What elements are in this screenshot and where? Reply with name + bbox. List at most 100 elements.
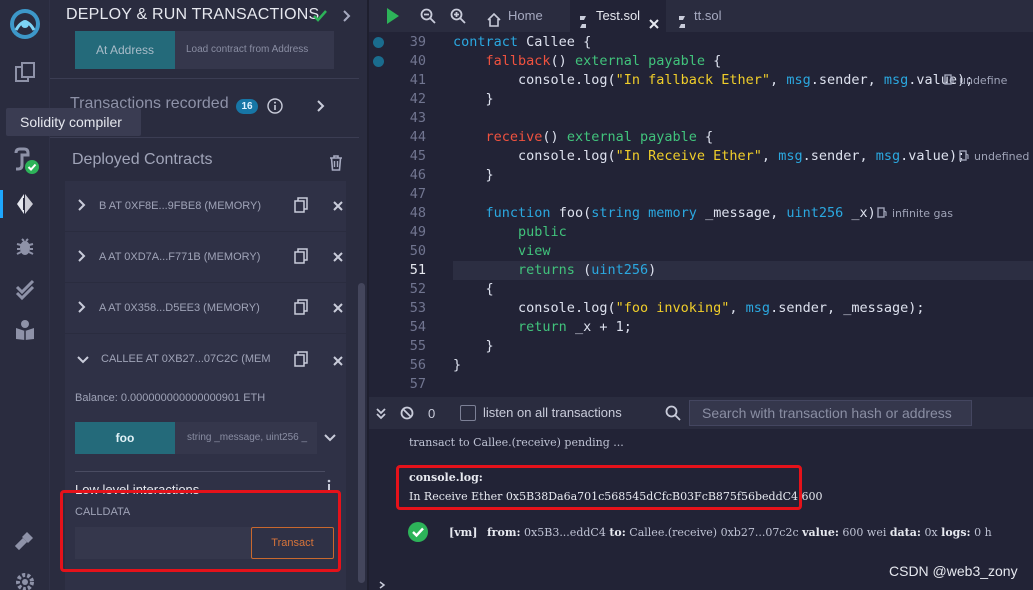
- gas-estimate-label: infinite gas: [892, 207, 954, 220]
- line-number: 45: [409, 148, 426, 164]
- editor-tabs: Home Test.sol tt.sol: [369, 0, 1033, 32]
- line-number: 53: [409, 300, 426, 316]
- line-number: 54: [409, 319, 426, 335]
- code-line[interactable]: 50 view: [369, 242, 1033, 261]
- remix-logo-icon[interactable]: [0, 2, 50, 46]
- trash-icon[interactable]: [329, 155, 343, 176]
- copy-icon[interactable]: [294, 299, 308, 320]
- tab-test-sol[interactable]: Test.sol: [570, 0, 666, 32]
- chevron-down-icon[interactable]: [323, 431, 337, 449]
- contract-label: A AT 0X358...D5EE3 (MEMORY): [99, 302, 260, 314]
- line-number: 47: [409, 186, 426, 202]
- line-number: 40: [409, 53, 426, 69]
- transactions-count-badge: 16: [236, 99, 258, 114]
- tab-tt-sol[interactable]: tt.sol: [669, 0, 749, 32]
- code-line[interactable]: 43: [369, 109, 1033, 128]
- panel-scrollbar[interactable]: [358, 283, 365, 583]
- load-contract-input[interactable]: Load contract from Address: [175, 31, 334, 69]
- transaction-summary[interactable]: [vm] from: 0x5B3...eddC4 to: Callee.(rec…: [449, 526, 992, 539]
- clear-console-icon[interactable]: [400, 406, 414, 425]
- code-line[interactable]: 42 }: [369, 90, 1033, 109]
- highlight-box: [396, 465, 802, 510]
- chevron-right-icon[interactable]: [76, 249, 88, 268]
- testing-icon[interactable]: [0, 270, 50, 310]
- deployed-contract-card[interactable]: A AT 0XD7A...F771B (MEMORY): [65, 232, 346, 282]
- code-line[interactable]: 45 console.log("In Receive Ether", msg.s…: [369, 147, 1033, 166]
- code-text: console.log("foo invoking", msg.sender, …: [518, 300, 925, 316]
- divider: [50, 137, 359, 138]
- file-explorer-icon[interactable]: [0, 52, 50, 92]
- code-line[interactable]: 52 {: [369, 280, 1033, 299]
- copy-icon[interactable]: [294, 248, 308, 269]
- chevron-right-icon[interactable]: [340, 8, 354, 29]
- chevron-double-down-icon[interactable]: [375, 407, 387, 425]
- code-editor[interactable]: 39 contract Callee { 40 fallback() externa…: [369, 32, 1033, 394]
- listen-checkbox[interactable]: [460, 405, 476, 421]
- deploy-run-panel: DEPLOY & RUN TRANSACTIONS At Address Loa…: [50, 0, 369, 590]
- code-line[interactable]: 47: [369, 185, 1033, 204]
- tab-home[interactable]: Home: [478, 0, 566, 32]
- close-icon[interactable]: [332, 301, 344, 319]
- gas-estimate: undefine: [944, 71, 1007, 90]
- code-line[interactable]: 46 }: [369, 166, 1033, 185]
- copy-icon[interactable]: [294, 351, 308, 372]
- tx-vm: [vm]: [449, 526, 478, 539]
- code-line[interactable]: 48 function foo(string memory _message, …: [369, 204, 1033, 223]
- code-text: receive() external payable {: [485, 129, 714, 145]
- remix-ide-window: DEPLOY & RUN TRANSACTIONS At Address Loa…: [0, 0, 1033, 590]
- foo-function-button[interactable]: foo: [75, 422, 175, 454]
- code-line[interactable]: 44 receive() external payable {: [369, 128, 1033, 147]
- copy-icon[interactable]: [294, 197, 308, 218]
- listen-label: listen on all transactions: [483, 405, 622, 420]
- code-line[interactable]: 41 console.log("In fallback Ether", msg.…: [369, 71, 1033, 90]
- tab-label: tt.sol: [694, 8, 722, 23]
- chevron-down-icon[interactable]: [76, 353, 90, 371]
- code-line[interactable]: 57: [369, 375, 1033, 394]
- chevron-right-icon[interactable]: [377, 580, 387, 590]
- close-icon[interactable]: [332, 199, 344, 217]
- code-line[interactable]: 40 fallback() external payable {: [369, 52, 1033, 71]
- info-icon[interactable]: [267, 98, 283, 119]
- code-line[interactable]: 53 console.log("foo invoking", msg.sende…: [369, 299, 1033, 318]
- deploy-run-icon[interactable]: [0, 184, 50, 224]
- tx-from-value: 0x5B3...eddC4: [524, 526, 606, 539]
- zoom-out-icon[interactable]: [420, 8, 436, 29]
- line-number: 49: [409, 224, 426, 240]
- tx-to-key: to:: [609, 526, 626, 539]
- chevron-right-icon[interactable]: [76, 300, 88, 319]
- learneth-icon[interactable]: [0, 310, 50, 350]
- debugger-icon[interactable]: [0, 226, 50, 266]
- deployed-contract-card[interactable]: A AT 0X358...D5EE3 (MEMORY): [65, 283, 346, 333]
- code-text: }: [453, 91, 494, 107]
- foo-params-input[interactable]: string _message, uint256 _: [175, 422, 317, 454]
- chevron-right-icon[interactable]: [315, 99, 327, 118]
- line-number: 46: [409, 167, 426, 183]
- at-address-button[interactable]: At Address: [75, 31, 175, 69]
- line-number: 41: [409, 72, 426, 88]
- deployed-contract-card[interactable]: B AT 0XF8E...9FBE8 (MEMORY): [65, 181, 346, 231]
- icon-sidebar: [0, 0, 50, 590]
- tx-logs-value: 0 h: [974, 526, 992, 539]
- play-icon[interactable]: [385, 7, 401, 30]
- code-line[interactable]: 54 return _x + 1;: [369, 318, 1033, 337]
- line-number: 39: [409, 34, 426, 50]
- line-number: 50: [409, 243, 426, 259]
- code-line[interactable]: 55 }: [369, 337, 1033, 356]
- zoom-in-icon[interactable]: [450, 8, 466, 29]
- settings-gear-icon[interactable]: [0, 562, 50, 590]
- code-text: contract Callee {: [453, 34, 592, 50]
- code-line[interactable]: 56}: [369, 356, 1033, 375]
- tx-to-value: Callee.(receive) 0xb27...07c2c: [629, 526, 799, 539]
- contract-balance: Balance: 0.000000000000000901 ETH: [75, 392, 266, 404]
- panel-title: DEPLOY & RUN TRANSACTIONS: [66, 6, 320, 23]
- pending-line: transact to Callee.(receive) pending ...: [409, 436, 624, 449]
- code-line[interactable]: 51 returns (uint256): [369, 261, 1033, 280]
- transaction-search-input[interactable]: Search with transaction hash or address: [689, 400, 972, 426]
- close-icon[interactable]: [332, 250, 344, 268]
- code-line[interactable]: 39 contract Callee {: [369, 33, 1033, 52]
- chevron-right-icon[interactable]: [76, 198, 88, 217]
- solidity-compiler-icon[interactable]: [0, 140, 50, 180]
- code-line[interactable]: 49 public: [369, 223, 1033, 242]
- close-icon[interactable]: [332, 354, 344, 372]
- plugin-manager-icon[interactable]: [0, 520, 50, 560]
